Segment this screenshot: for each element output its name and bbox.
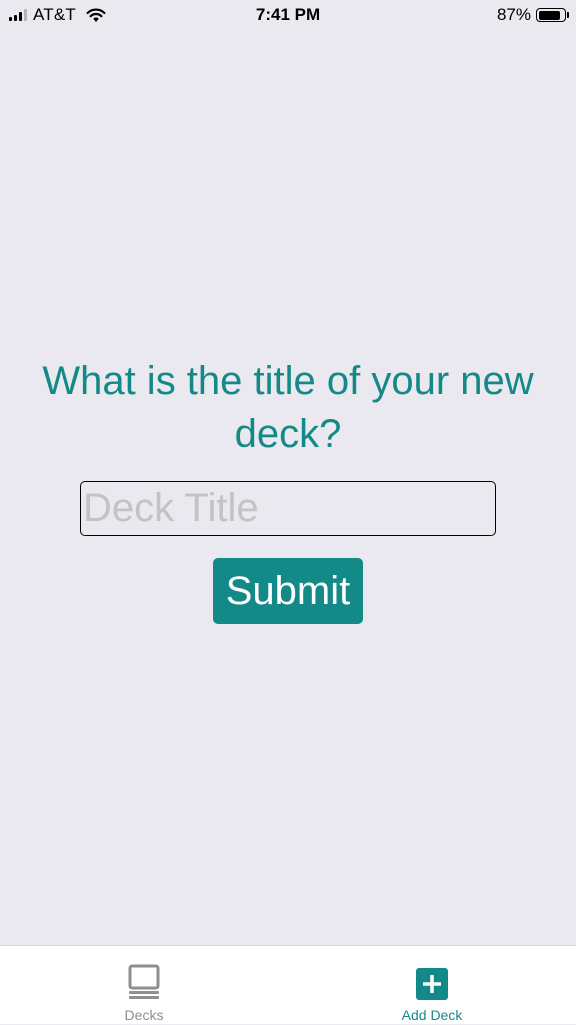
submit-button[interactable]: Submit	[213, 558, 363, 624]
tab-add-deck-label: Add Deck	[401, 1007, 463, 1023]
battery-percent: 87%	[496, 5, 531, 24]
battery-icon	[536, 8, 569, 22]
plus-square-icon	[416, 968, 448, 1000]
deck-title-input[interactable]	[80, 481, 496, 536]
deck-stack-icon	[128, 964, 160, 999]
new-deck-prompt: What is the title of your new deck?	[42, 359, 534, 456]
status-time: 7:41 PM	[255, 5, 321, 24]
tab-decks-label: Decks	[124, 1007, 164, 1023]
status-right: 87%	[496, 5, 569, 25]
status-bar: AT&T 7:41 PM 87%	[0, 0, 576, 30]
tab-decks[interactable]: Decks	[44, 946, 244, 1025]
tab-bar: Decks Add Deck	[0, 945, 576, 1024]
tab-add-deck[interactable]: Add Deck	[332, 946, 532, 1025]
battery-level-fill	[538, 10, 560, 20]
